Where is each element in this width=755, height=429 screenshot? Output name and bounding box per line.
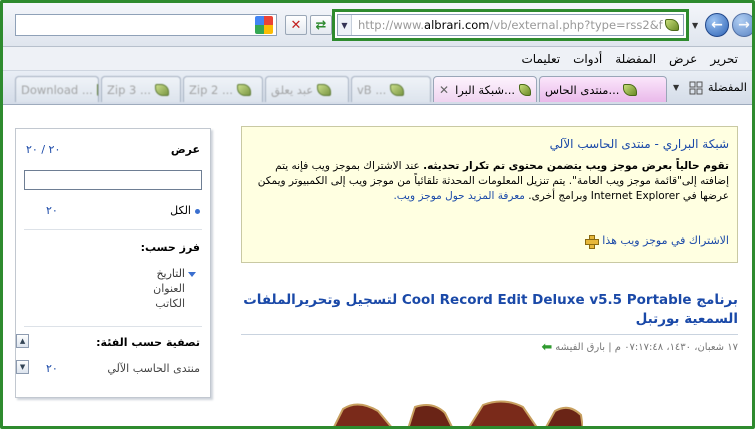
close-tab-icon[interactable]: ✕: [439, 83, 449, 97]
site-favicon-icon: [390, 83, 405, 96]
site-favicon-icon: [623, 83, 638, 96]
category-row: منتدى الحاسب الآلي ٢٠: [26, 362, 200, 375]
site-favicon-icon: [317, 83, 332, 96]
menu-tools[interactable]: أدوات: [573, 52, 602, 66]
refresh-icon: ⇄: [315, 17, 327, 33]
tab-3[interactable]: vB ...: [351, 76, 431, 102]
selected-dot-icon: [195, 208, 200, 214]
all-row: الكل ٢٠: [26, 204, 200, 217]
menu-help[interactable]: تعليمات: [521, 52, 560, 66]
site-favicon-icon: [519, 83, 531, 96]
address-url[interactable]: http://www.albrari.com/vb/external.php?t…: [352, 18, 663, 32]
sort-label: فرز حسب:: [140, 241, 200, 254]
post-title-link[interactable]: برنامج Cool Record Edit Deluxe v5.5 Port…: [241, 291, 738, 329]
address-highlight: ▼ http://www.albrari.com/vb/external.php…: [332, 9, 689, 41]
scroll-up-button[interactable]: ▲: [16, 334, 29, 348]
chevron-up-icon: ▲: [19, 337, 26, 345]
tab-computer-forum[interactable]: منتدى الحاس...: [539, 76, 667, 102]
quick-tabs-icon[interactable]: [689, 81, 703, 95]
sort-by-author[interactable]: الكاتب: [153, 296, 196, 311]
display-label: عرض: [170, 143, 200, 156]
filter-search-input[interactable]: [24, 170, 202, 190]
site-favicon-icon: [96, 83, 98, 96]
page-content: عرض ٢٠ / ٢٠ الكل ٢٠ فرز حسب: التاريخ الع…: [3, 106, 752, 426]
address-bar[interactable]: ▼ http://www.albrari.com/vb/external.php…: [337, 14, 684, 36]
tab-list-dropdown-icon[interactable]: ▼: [673, 83, 687, 97]
filter-label: تصفية حسب الفئة:: [96, 336, 200, 349]
post-divider: [241, 334, 738, 335]
feed-info-box: شبكة البراري - منتدى الحاسب الآلي تقوم ح…: [241, 126, 738, 263]
arrow-left-icon: ←: [711, 17, 723, 33]
category-link[interactable]: منتدى الحاسب الآلي: [107, 362, 200, 375]
subscribe-link[interactable]: الاشتراك في موجز ويب هذا: [584, 233, 729, 249]
category-count: ٢٠: [46, 362, 58, 375]
display-row: عرض ٢٠ / ٢٠: [26, 143, 200, 156]
scroll-down-button[interactable]: ▼: [16, 360, 29, 374]
google-icon[interactable]: [255, 16, 273, 34]
learn-more-link[interactable]: معرفة المزيد حول موجز ويب.: [393, 190, 528, 202]
tab-label: شبكة البرا...: [455, 82, 516, 97]
feed-title: شبكة البراري - منتدى الحاسب الآلي: [549, 137, 729, 151]
divider: [24, 326, 202, 327]
tab-albrari-network[interactable]: ✕ شبكة البرا...: [433, 76, 537, 102]
post-meta: ١٧ شعبان، ١٤٣٠، ٠٧:١٧:٤٨ م | بارق الفيشه…: [241, 340, 738, 355]
close-icon: ✕: [290, 17, 302, 33]
menu-view[interactable]: عرض: [669, 52, 697, 66]
sort-options: التاريخ العنوان الكاتب: [153, 266, 196, 311]
subscribe-plus-icon: [584, 234, 600, 249]
menu-bar: تحرير عرض المفضلة أدوات تعليمات: [3, 47, 752, 71]
go-arrow-icon[interactable]: ⬅: [541, 340, 552, 355]
tab-bar: المفضلة ▼ منتدى الحاس... ✕ شبكة البرا...…: [3, 71, 752, 105]
chevron-down-icon: ▼: [341, 20, 348, 30]
menu-edit[interactable]: تحرير: [710, 52, 738, 66]
history-dropdown-icon[interactable]: ▼: [692, 21, 698, 30]
favorites-bar-label[interactable]: المفضلة: [708, 80, 747, 94]
browser-window: ✕ ⇄ ▼ http://www.albrari.com/vb/external…: [0, 0, 755, 429]
site-favicon-icon: [663, 16, 681, 34]
tab-6[interactable]: Zip 3 ...: [101, 76, 181, 102]
all-count: ٢٠: [46, 204, 58, 217]
search-input[interactable]: [15, 14, 277, 36]
site-favicon-icon: [236, 83, 251, 96]
forward-button[interactable]: →: [732, 13, 752, 37]
divider: [24, 229, 202, 230]
sort-header: فرز حسب:: [26, 241, 200, 254]
feed-description: تقوم حالياً بعرض موجز ويب يتضمن محتوى تم…: [257, 160, 729, 202]
display-count: ٢٠ / ٢٠: [26, 143, 61, 156]
refresh-button[interactable]: ⇄: [310, 15, 332, 35]
tab-5[interactable]: Zip 2 ...: [183, 76, 263, 102]
sort-arrow-icon: [188, 271, 196, 277]
post-date-author: ١٧ شعبان، ١٤٣٠، ٠٧:١٧:٤٨ م | بارق الفيشه: [555, 342, 738, 353]
tab-4[interactable]: عبد يعلق: [265, 76, 349, 102]
stop-button[interactable]: ✕: [285, 15, 307, 35]
filter-header: تصفية حسب الفئة:: [26, 336, 200, 349]
arrow-right-icon: →: [738, 17, 750, 33]
navigation-bar: ✕ ⇄ ▼ http://www.albrari.com/vb/external…: [3, 3, 752, 47]
post-image: [333, 400, 583, 426]
sort-by-date[interactable]: التاريخ: [153, 266, 196, 281]
address-dropdown-button[interactable]: ▼: [338, 15, 352, 35]
sort-by-title[interactable]: العنوان: [153, 281, 196, 296]
tab-label: منتدى الحاس...: [545, 82, 620, 97]
back-button[interactable]: ←: [705, 13, 729, 37]
menu-favorites[interactable]: المفضلة: [615, 52, 656, 66]
all-filter-link[interactable]: الكل: [170, 204, 200, 217]
site-favicon-icon: [154, 83, 169, 96]
tab-7[interactable]: Download ...: [15, 76, 99, 102]
chevron-down-icon: ▼: [19, 363, 26, 371]
feed-filter-panel: عرض ٢٠ / ٢٠ الكل ٢٠ فرز حسب: التاريخ الع…: [15, 128, 211, 398]
